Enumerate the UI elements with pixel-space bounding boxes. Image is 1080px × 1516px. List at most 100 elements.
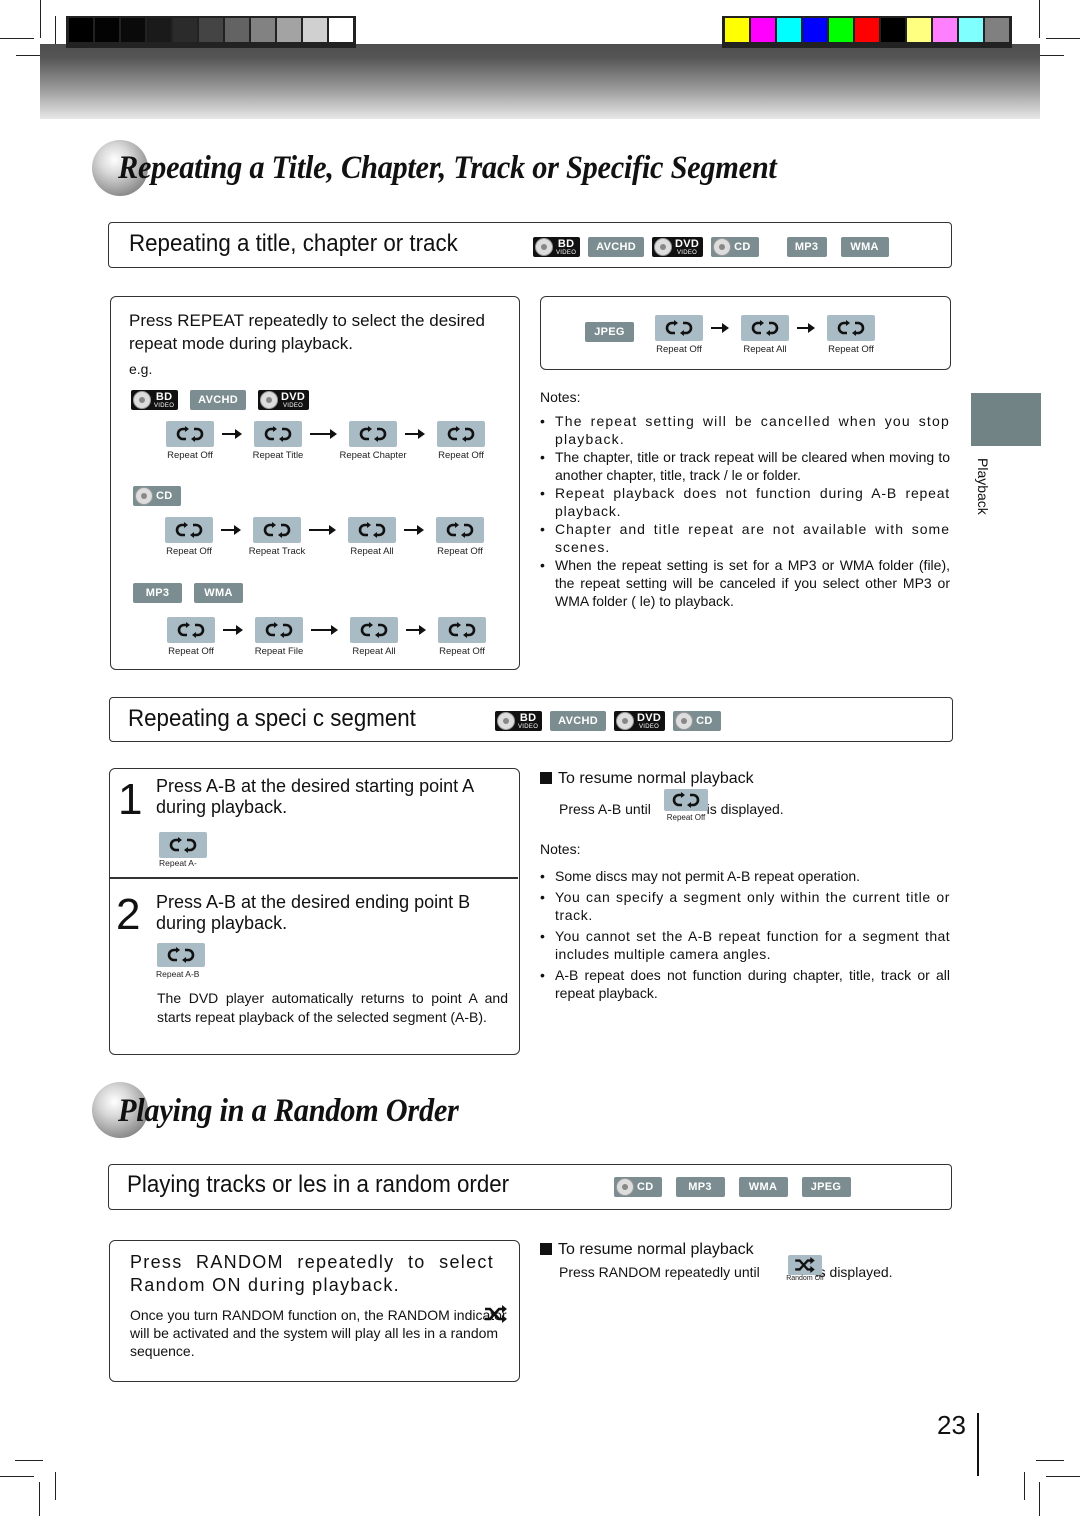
side-tab xyxy=(971,393,1041,446)
note-item: Chapter and title repeat are not availab… xyxy=(540,520,950,556)
repeat-instruction: Press REPEAT repeatedly to select the de… xyxy=(129,311,485,353)
repeat-ab-indicator xyxy=(157,943,205,967)
repeat-icon xyxy=(359,425,387,443)
repeat-mode-label: Repeat All xyxy=(743,344,787,355)
repeat-icon xyxy=(264,425,292,443)
resume-heading: To resume normal playback xyxy=(540,767,754,790)
grayscale-swatch xyxy=(225,18,249,42)
resume-pre: Press A-B until xyxy=(559,801,651,817)
badge-label: BD xyxy=(557,237,575,250)
repeat-a-indicator xyxy=(159,832,207,858)
grayscale-swatch xyxy=(329,18,353,42)
badge-sub: VIDEO xyxy=(518,723,539,730)
jpeg-badge: JPEG xyxy=(585,322,634,342)
repeat-mode-indicator xyxy=(436,517,484,543)
color-swatch xyxy=(829,18,853,42)
disc-icon xyxy=(135,487,153,505)
crop-mark xyxy=(1036,1460,1064,1461)
wma-badge: WMA xyxy=(840,237,889,257)
indicator-label: Repeat A-B xyxy=(156,969,200,979)
badge-label: CD xyxy=(156,490,173,502)
repeat-mode-indicator xyxy=(167,617,215,643)
repeat-mode-indicator xyxy=(254,421,302,447)
note-item: A-B repeat does not function during chap… xyxy=(540,966,950,1002)
grayscale-swatch xyxy=(147,18,171,42)
mp3-badge: MP3 xyxy=(675,1177,725,1197)
mp3-badge: MP3 xyxy=(786,237,827,257)
badge-label: BD xyxy=(519,711,537,724)
repeat-mode-label: Repeat Off xyxy=(166,546,212,557)
note-item: Some discs may not permit A-B repeat ope… xyxy=(540,867,950,885)
disc-badges: BD VIDEO AVCHD DVD VIDEO CD xyxy=(495,711,721,731)
grayscale-swatch xyxy=(69,18,93,42)
repeat-icon xyxy=(672,791,700,809)
resume-title: To resume normal playback xyxy=(558,770,754,787)
color-swatch xyxy=(855,18,879,42)
arrow-right-icon xyxy=(711,323,729,333)
badge-label: CD xyxy=(637,1181,654,1193)
repeat-mode-label: Repeat All xyxy=(350,546,394,557)
indicator-label: Repeat A- xyxy=(159,858,197,868)
color-swatch xyxy=(803,18,827,42)
page-number-rule xyxy=(977,1413,979,1476)
subsection-title: Repeating a title, chapter or track xyxy=(129,230,458,257)
subsection-title: Playing tracks or les in a random order xyxy=(127,1171,510,1198)
repeat-icon xyxy=(837,319,865,337)
bd-video-badge: BD VIDEO xyxy=(533,237,581,257)
repeat-mode-indicator xyxy=(253,517,301,543)
disc-icon xyxy=(675,712,694,730)
repeat-icon xyxy=(176,425,204,443)
arrow-right-icon xyxy=(311,625,338,635)
color-swatch xyxy=(985,18,1009,42)
disc-icon xyxy=(133,391,151,409)
grayscale-swatch xyxy=(95,18,119,42)
bd-video-badge: BD VIDEO xyxy=(495,711,543,731)
arrow-right-icon xyxy=(222,429,242,439)
crop-mark xyxy=(39,1482,40,1516)
indicator-label: Random Off xyxy=(786,1275,824,1282)
repeat-icon xyxy=(177,621,205,639)
repeat-icon xyxy=(447,425,475,443)
crop-mark xyxy=(1024,1472,1025,1500)
color-swatch xyxy=(933,18,957,42)
dvd-video-badge: DVD VIDEO xyxy=(651,237,704,257)
cd-badge: CD xyxy=(673,711,721,731)
repeat-mode-label: Repeat Off xyxy=(438,450,484,461)
grayscale-swatch xyxy=(121,18,145,42)
cd-badge: CD xyxy=(133,486,181,506)
subsection-title: Repeating a speci c segment xyxy=(128,705,416,732)
crop-mark xyxy=(15,1460,43,1461)
badge-label: DVD xyxy=(280,390,306,403)
square-bullet-icon xyxy=(540,772,552,784)
repeat-mode-indicator xyxy=(255,617,303,643)
repeat-mode-indicator xyxy=(350,617,398,643)
color-swatch xyxy=(751,18,775,42)
repeat-icon xyxy=(360,621,388,639)
repeat-mode-label: Repeat Off xyxy=(828,344,874,355)
repeat-mode-label: Repeat File xyxy=(254,646,304,657)
badge-label: CD xyxy=(696,715,713,727)
repeat-icon xyxy=(446,521,474,539)
repeat-mode-indicator xyxy=(166,421,214,447)
crop-mark xyxy=(55,1472,56,1500)
cd-badge: CD xyxy=(614,1177,662,1197)
repeat-icon xyxy=(751,319,779,337)
group3-badges: MP3 WMA xyxy=(133,583,243,603)
arrow-right-icon xyxy=(406,625,426,635)
crop-mark xyxy=(1046,1476,1080,1477)
section-heading-repeat: Repeating a Title, Chapter, Track or Spe… xyxy=(118,150,777,186)
bd-video-badge: BD VIDEO xyxy=(131,390,179,410)
step-2-number: 2 xyxy=(116,890,141,939)
note-item: You cannot set the A-B repeat function f… xyxy=(540,927,950,963)
repeat-mode-label: Repeat Off xyxy=(437,546,483,557)
notes-title: Notes: xyxy=(540,389,581,405)
badge-sub: VIDEO xyxy=(638,723,660,730)
color-swatch xyxy=(777,18,801,42)
random-resume-heading: To resume normal playback xyxy=(540,1238,754,1261)
color-swatch xyxy=(907,18,931,42)
repeat-icon xyxy=(175,521,203,539)
grayscale-swatch xyxy=(277,18,301,42)
grayscale-swatch xyxy=(199,18,223,42)
badge-sub: VIDEO xyxy=(676,249,698,256)
repeat-icon xyxy=(263,521,291,539)
